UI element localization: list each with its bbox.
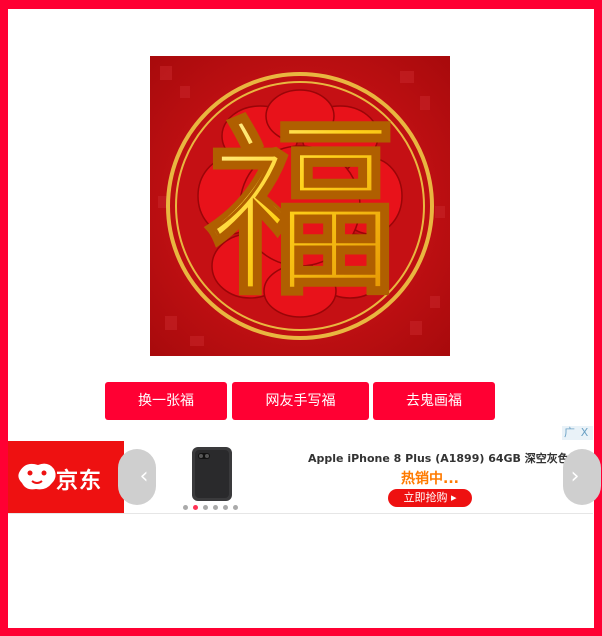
carousel-prev-button[interactable]: ‹ [118, 449, 156, 505]
buy-now-button[interactable]: 立即抢购 ▸ [388, 489, 472, 507]
close-icon[interactable]: X [577, 426, 592, 440]
hot-sale-label: 热销中... [401, 471, 459, 487]
handwritten-fu-button[interactable]: 网友手写福 [232, 382, 369, 420]
carousel-dot[interactable] [203, 505, 208, 510]
jd-logo[interactable]: 京东 [8, 441, 124, 513]
fu-character-image: 福 [150, 56, 450, 356]
ad-close-control[interactable]: 广 X [562, 426, 593, 440]
jd-brand-text: 京东 [56, 469, 103, 494]
change-fu-button[interactable]: 换一张福 [105, 382, 227, 420]
ghost-draw-fu-button[interactable]: 去鬼画福 [373, 382, 495, 420]
carousel-dot[interactable] [213, 505, 218, 510]
fu-image: 福 [150, 56, 450, 356]
carousel-dot-active[interactable] [193, 505, 198, 510]
ad-banner[interactable]: 京东 ‹ Apple iPhone 8 Plus (A1899) 64GB 深空… [8, 441, 601, 514]
chevron-right-icon: › [570, 464, 580, 489]
product-title[interactable]: Apple iPhone 8 Plus (A1899) 64GB 深空灰色 ..… [308, 450, 568, 466]
carousel-dot[interactable] [223, 505, 228, 510]
carousel-dots [183, 505, 238, 511]
fu-character: 福 [206, 98, 397, 321]
chevron-left-icon: ‹ [139, 464, 149, 489]
jd-dog-icon [18, 463, 56, 490]
carousel-dot[interactable] [183, 505, 188, 510]
carousel-next-button[interactable]: › [563, 449, 601, 505]
iphone-product-image[interactable] [188, 447, 236, 501]
carousel-dot[interactable] [233, 505, 238, 510]
ad-label: 广 [564, 426, 575, 439]
